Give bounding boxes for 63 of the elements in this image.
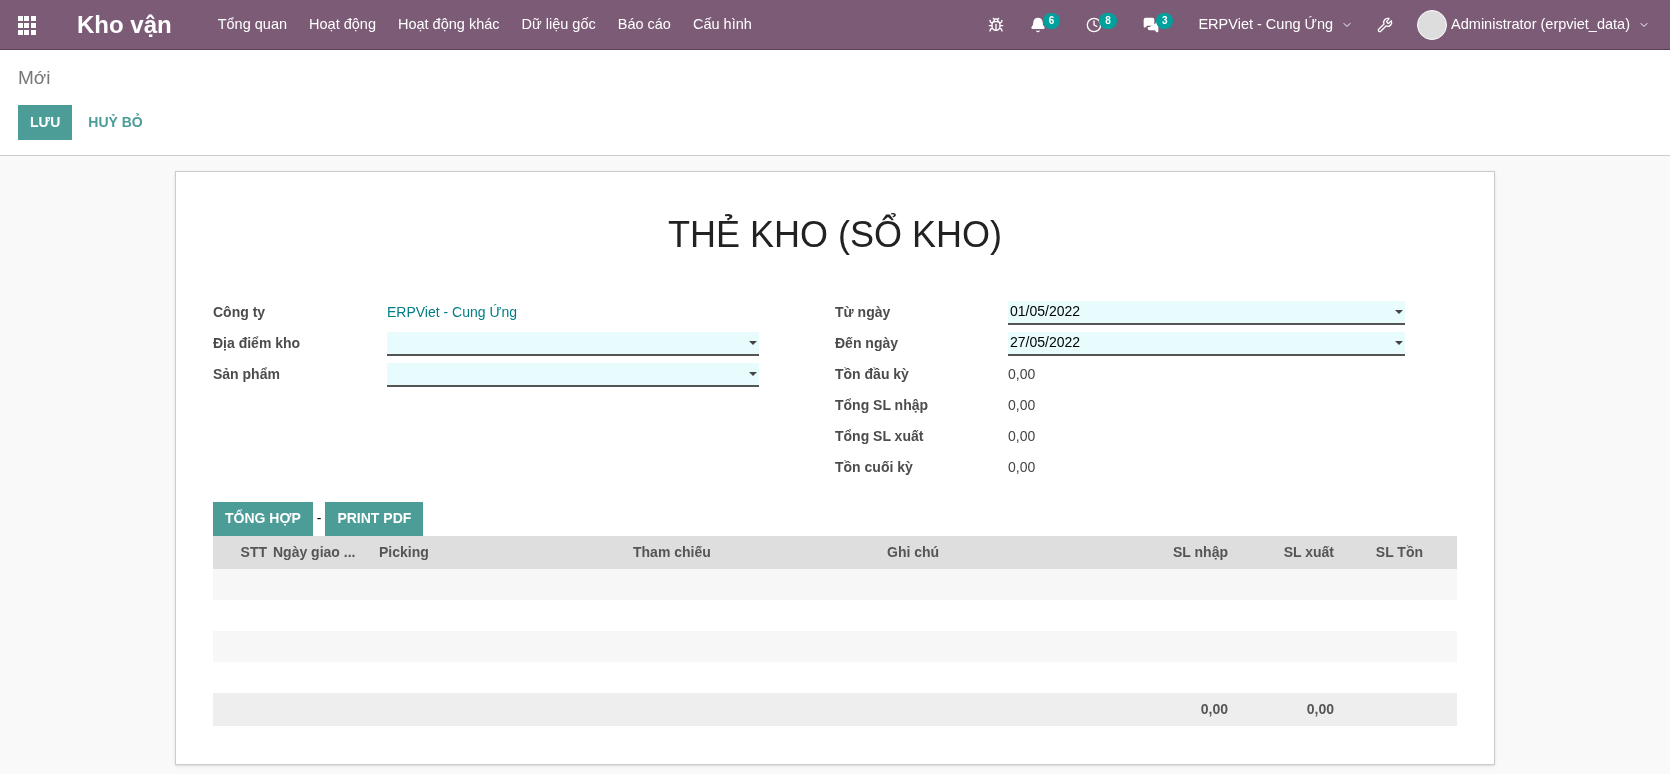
user-menu[interactable]: Administrator (erpviet_data) bbox=[1405, 9, 1662, 40]
count-badge: 8 bbox=[1099, 12, 1117, 29]
field-value: 27/05/2022 bbox=[1010, 333, 1081, 352]
field-label: Đến ngày bbox=[835, 334, 899, 353]
caret-icon bbox=[749, 371, 757, 376]
field-label: Địa điểm kho bbox=[213, 334, 302, 353]
bell-icon bbox=[1029, 16, 1046, 33]
caret-icon bbox=[1395, 309, 1403, 314]
column-header[interactable]: STT bbox=[213, 541, 273, 563]
column-header[interactable]: SL xuất bbox=[1228, 541, 1334, 563]
column-header[interactable]: Tham chiếu bbox=[633, 541, 887, 563]
count-badge: 6 bbox=[1042, 12, 1061, 29]
column-header[interactable]: Ghi chú bbox=[887, 541, 1113, 563]
app-title[interactable]: Kho vận bbox=[77, 6, 172, 43]
form-title: THẺ KHO (SỔ KHO) bbox=[667, 212, 1003, 257]
action-button[interactable]: TỔNG HỢP bbox=[213, 501, 313, 536]
select-field[interactable] bbox=[387, 331, 759, 356]
save-button[interactable]: LƯU bbox=[18, 104, 73, 140]
discard-button[interactable]: HUỶ BỎ bbox=[76, 104, 155, 140]
systray-item[interactable]: 8 bbox=[1073, 9, 1130, 40]
value-text: 0,00 bbox=[1008, 458, 1037, 477]
menu-item[interactable]: Tổng quan bbox=[206, 13, 299, 36]
value-text: 0,00 bbox=[1008, 396, 1037, 415]
field-label: Sản phẩm bbox=[213, 365, 281, 384]
field-value: 01/05/2022 bbox=[1010, 302, 1081, 321]
menu-item[interactable]: Cấu hình bbox=[681, 13, 763, 36]
column-header[interactable]: Ngày giao ... bbox=[273, 541, 379, 563]
action-button[interactable]: PRINT PDF bbox=[325, 501, 424, 536]
count-badge: 3 bbox=[1155, 12, 1174, 29]
breadcrumb: Mới bbox=[18, 66, 52, 90]
select-field[interactable]: 01/05/2022 bbox=[1008, 300, 1405, 325]
field-label: Tồn cuối kỳ bbox=[835, 458, 914, 477]
column-header[interactable]: Picking bbox=[379, 541, 633, 563]
value-text: 0,00 bbox=[1008, 427, 1037, 446]
avatar-icon bbox=[1417, 9, 1448, 40]
company-switcher[interactable]: ERPViet - Cung Ứng bbox=[1186, 13, 1366, 36]
apps-menu-icon[interactable] bbox=[18, 16, 35, 33]
menu-item[interactable]: Hoạt động khác bbox=[386, 13, 511, 36]
field-label: Tổng SL nhập bbox=[835, 396, 930, 415]
menu-item[interactable]: Dữ liệu gốc bbox=[510, 13, 607, 36]
tools-icon[interactable] bbox=[1377, 16, 1394, 33]
clock-icon bbox=[1086, 16, 1103, 33]
separator-text: - bbox=[316, 509, 322, 528]
systray-item[interactable]: 3 bbox=[1129, 9, 1187, 40]
total-cell-text: 0,00 bbox=[1305, 699, 1334, 719]
bug-icon bbox=[987, 16, 1004, 33]
company-link[interactable]: ERPViet - Cung Ứng bbox=[387, 302, 759, 323]
systray-item[interactable]: 6 bbox=[1016, 9, 1074, 40]
caret-icon bbox=[1395, 340, 1403, 345]
menu-item[interactable]: Báo cáo bbox=[606, 13, 682, 36]
column-header[interactable]: SL nhập bbox=[1113, 541, 1228, 563]
field-label: Công ty bbox=[213, 303, 267, 322]
total-cell-text: 0,00 bbox=[1199, 699, 1228, 719]
select-field[interactable]: 27/05/2022 bbox=[1008, 331, 1405, 356]
caret-icon bbox=[749, 340, 757, 345]
column-header[interactable]: SL Tồn bbox=[1334, 541, 1457, 563]
field-label: Tồn đầu kỳ bbox=[835, 365, 910, 384]
field-label: Từ ngày bbox=[835, 303, 892, 322]
menu-item[interactable]: Hoạt động bbox=[298, 13, 387, 36]
select-field[interactable] bbox=[387, 362, 759, 387]
value-text: 0,00 bbox=[1008, 365, 1037, 384]
field-label: Tổng SL xuất bbox=[835, 427, 925, 446]
chat-icon bbox=[1142, 16, 1159, 33]
